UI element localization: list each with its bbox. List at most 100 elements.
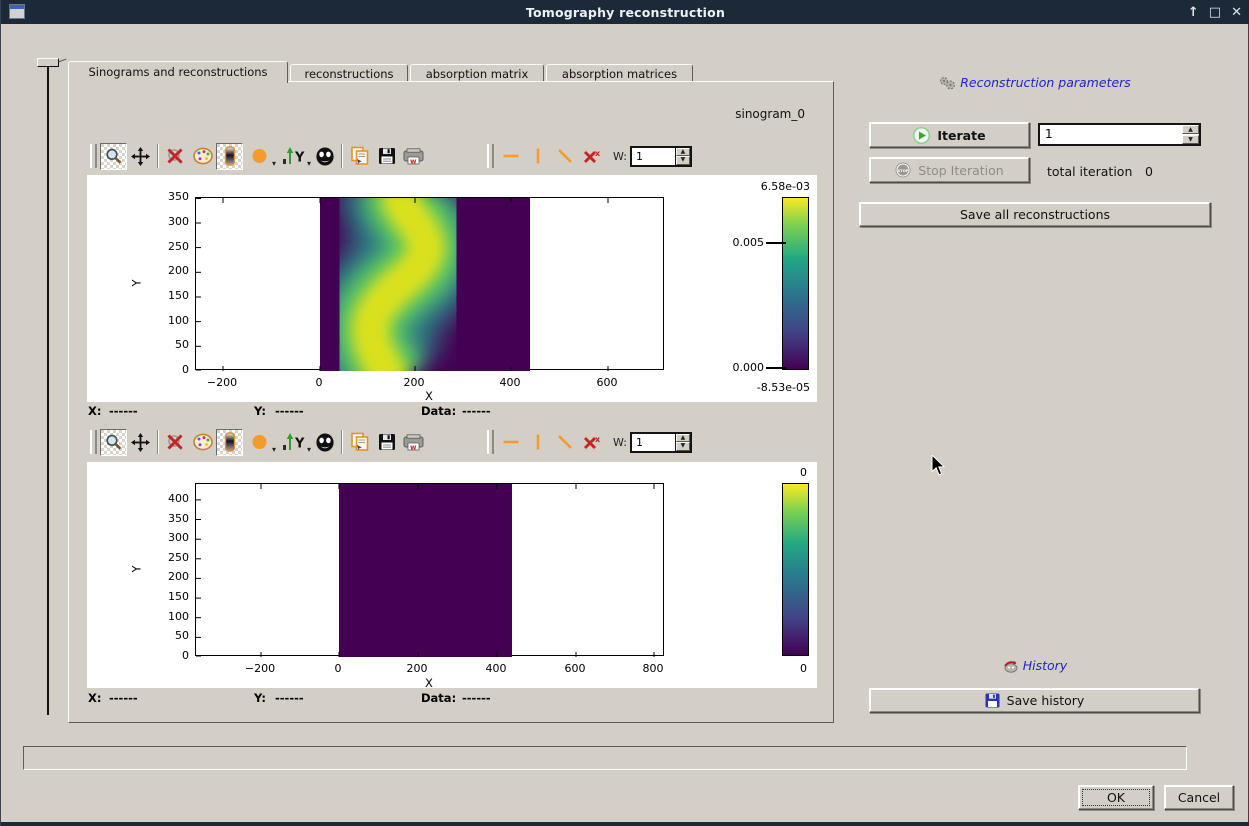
status-x-label: X: (88, 691, 102, 705)
tab-absorption-matrices[interactable]: absorption matrices (546, 64, 693, 81)
red-x-icon: x (584, 149, 601, 163)
copy-to-clipboard-button[interactable] (346, 143, 373, 170)
mask-tool-button[interactable] (311, 143, 338, 170)
clear-profile-button[interactable]: x (578, 429, 605, 456)
reconstruction-figure[interactable]: 400 350 300 250 200 150 100 50 0 −200 0 … (87, 462, 817, 690)
horizontal-profile-button[interactable] (497, 429, 524, 456)
spin-up-icon[interactable]: ▲ (1182, 125, 1199, 134)
y-axis-arrow-icon: Y (282, 432, 305, 451)
status-data-value: ------ (462, 404, 491, 418)
cancel-button[interactable]: Cancel (1164, 785, 1234, 810)
spin-down-icon[interactable]: ▼ (675, 442, 690, 451)
sinogram-figure[interactable]: 350 300 250 200 150 100 50 0 −200 0 200 … (87, 175, 817, 403)
clipboard-icon (350, 432, 368, 451)
print-figure-button[interactable]: w (400, 429, 427, 456)
reset-zoom-button[interactable] (162, 143, 189, 170)
x-tick: 200 (406, 662, 428, 675)
toolbar-handle[interactable] (90, 430, 97, 454)
y-tick: 0 (182, 649, 189, 662)
reconstruction-axes[interactable] (195, 483, 664, 657)
y-tick: 200 (168, 264, 189, 277)
palette-icon (192, 147, 213, 165)
shade-window-icon[interactable]: ↑ (1188, 5, 1199, 20)
y-tick: 400 (168, 492, 189, 505)
zoom-mode-button[interactable] (100, 428, 127, 456)
toolbar-handle[interactable] (90, 144, 97, 168)
history-link[interactable]: History (859, 658, 1211, 673)
colormap-invert-button[interactable] (216, 428, 243, 456)
y-tick: 150 (168, 590, 189, 603)
toolbar-handle[interactable] (487, 430, 494, 454)
colorbar-min-label: 0 (800, 662, 807, 675)
tab-sinograms-and-reconstructions[interactable]: Sinograms and reconstructions (68, 61, 288, 83)
profile-width-spinbox[interactable]: 1 ▲ ▼ (629, 431, 692, 453)
spin-down-icon[interactable]: ▼ (1182, 135, 1199, 144)
y-tick: 250 (168, 551, 189, 564)
reconstruction-parameters-link[interactable]: Reconstruction parameters (859, 75, 1211, 90)
save-all-reconstructions-button[interactable]: Save all reconstructions (859, 202, 1211, 227)
clipboard-icon (350, 146, 368, 165)
tab-reconstructions[interactable]: reconstructions (290, 64, 408, 81)
tab-absorption-matrix[interactable]: absorption matrix (410, 64, 544, 81)
sinogram-axes[interactable] (195, 197, 664, 371)
horizontal-profile-button[interactable] (497, 143, 524, 170)
svg-text:w: w (410, 157, 417, 165)
spin-up-icon[interactable]: ▲ (675, 433, 690, 442)
y-tick: 50 (175, 338, 189, 351)
clear-profile-button[interactable]: x (578, 143, 605, 170)
colormap-dialog-button[interactable] (189, 429, 216, 456)
sinogram-index-slider[interactable] (37, 55, 61, 720)
reset-zoom-button[interactable] (162, 429, 189, 456)
svg-text:w: w (410, 443, 417, 451)
status-y-label: Y: (254, 404, 266, 418)
vertical-profile-button[interactable] (524, 429, 551, 456)
y-tick: 100 (168, 610, 189, 623)
brush-tool-button[interactable]: ▾ (243, 429, 276, 456)
maximize-icon[interactable]: □ (1209, 5, 1221, 20)
zoom-mode-button[interactable] (100, 142, 127, 170)
spin-up-icon[interactable]: ▲ (675, 147, 690, 156)
vertical-profile-button[interactable] (524, 143, 551, 170)
brush-tool-button[interactable]: ▾ (243, 143, 276, 170)
stop-iteration-button[interactable]: STOP Stop Iteration (869, 157, 1030, 183)
colormap-invert-button[interactable] (216, 142, 243, 170)
magnifier-icon (106, 434, 122, 450)
toolbar-separator (157, 144, 159, 168)
toolbar-handle[interactable] (487, 144, 494, 168)
ok-button[interactable]: OK (1078, 785, 1154, 810)
slider-trough[interactable] (47, 65, 49, 715)
close-icon[interactable]: ✕ (1231, 5, 1242, 20)
save-figure-button[interactable] (373, 429, 400, 456)
y-axis-direction-button[interactable]: Y ▾ (276, 143, 311, 170)
profile-width-spinbox[interactable]: 1 ▲ ▼ (629, 145, 692, 167)
floppy-disk-icon (378, 434, 395, 450)
diagonal-profile-button[interactable] (551, 143, 578, 170)
spin-down-icon[interactable]: ▼ (675, 156, 690, 165)
red-cross-magnifier-icon (167, 433, 183, 450)
copy-to-clipboard-button[interactable] (346, 429, 373, 456)
colorbar-max-label: 6.58e-03 (760, 180, 810, 193)
pan-mode-button[interactable] (127, 143, 154, 170)
diagonal-profile-button[interactable] (551, 429, 578, 456)
print-figure-button[interactable]: w (400, 143, 427, 170)
iterations-value[interactable]: 1 (1040, 125, 1181, 144)
progress-bar (23, 746, 1187, 770)
iterate-button[interactable]: Iterate (869, 122, 1030, 148)
colorbar (782, 197, 809, 370)
colormap-dialog-button[interactable] (189, 143, 216, 170)
profile-width-value[interactable]: 1 (632, 434, 675, 451)
mask-tool-button[interactable] (311, 429, 338, 456)
pan-mode-button[interactable] (127, 429, 154, 456)
y-axis-direction-button[interactable]: Y ▾ (276, 429, 311, 456)
colorbar-min-label: -8.53e-05 (756, 381, 810, 394)
status-data-label: Data: (421, 404, 457, 418)
v-line-icon (536, 434, 539, 450)
save-figure-button[interactable] (373, 143, 400, 170)
save-history-button[interactable]: Save history (869, 688, 1200, 713)
diagonal-line-icon (557, 435, 572, 449)
magnifier-icon (106, 148, 122, 164)
profile-width-value[interactable]: 1 (632, 148, 675, 165)
slider-handle[interactable] (37, 58, 59, 67)
iterations-spinbox[interactable]: 1 ▲ ▼ (1038, 123, 1201, 146)
tab-page-sinograms: sinogram_0 ▾ Y ▾ w x W: 1 ▲ ▼ 350 300 25… (68, 81, 834, 723)
